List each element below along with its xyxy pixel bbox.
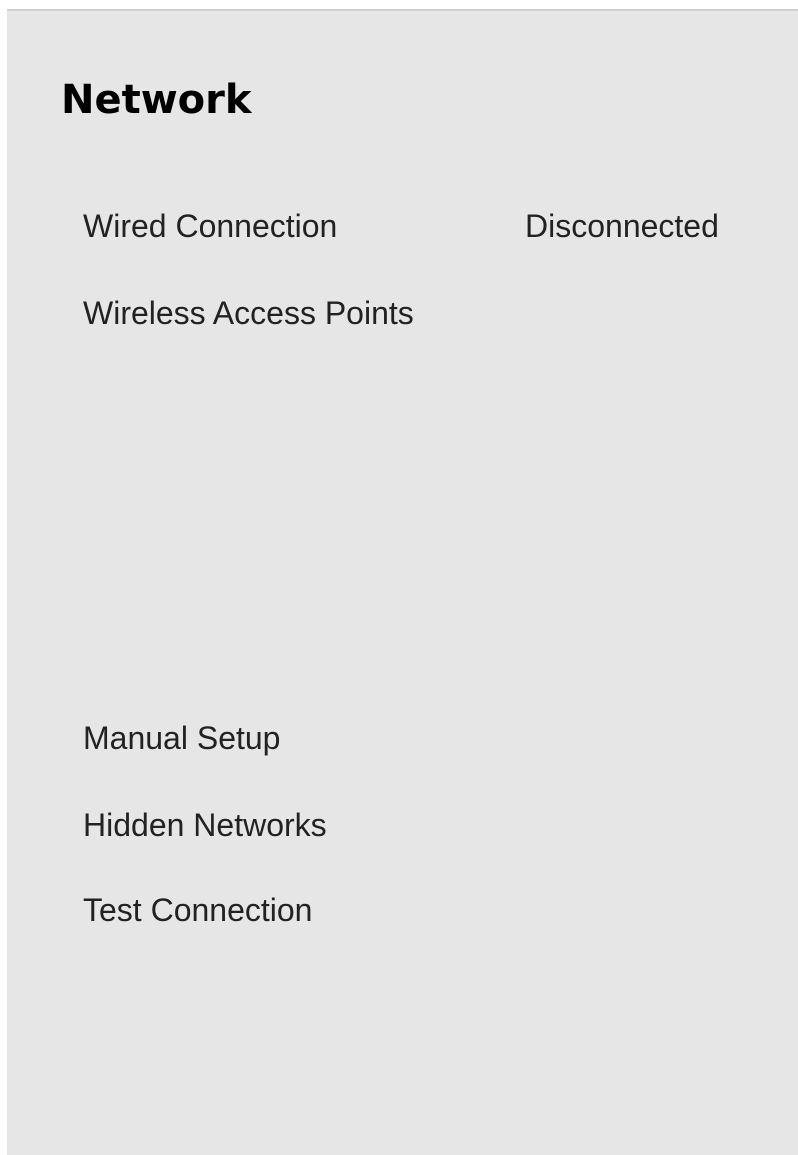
manual-setup-item[interactable]: Manual Setup — [83, 720, 280, 757]
wireless-access-points-list — [83, 351, 733, 711]
wired-connection-status: Disconnected — [525, 208, 719, 244]
test-connection-item[interactable]: Test Connection — [83, 892, 312, 929]
page-title: Network — [61, 77, 252, 123]
wireless-access-points-item[interactable]: Wireless Access Points — [83, 295, 414, 332]
wired-connection-item[interactable]: Wired Connection — [83, 208, 337, 245]
hidden-networks-item[interactable]: Hidden Networks — [83, 807, 327, 844]
network-settings-panel: Network Wired Connection Disconnected Wi… — [7, 9, 798, 1155]
